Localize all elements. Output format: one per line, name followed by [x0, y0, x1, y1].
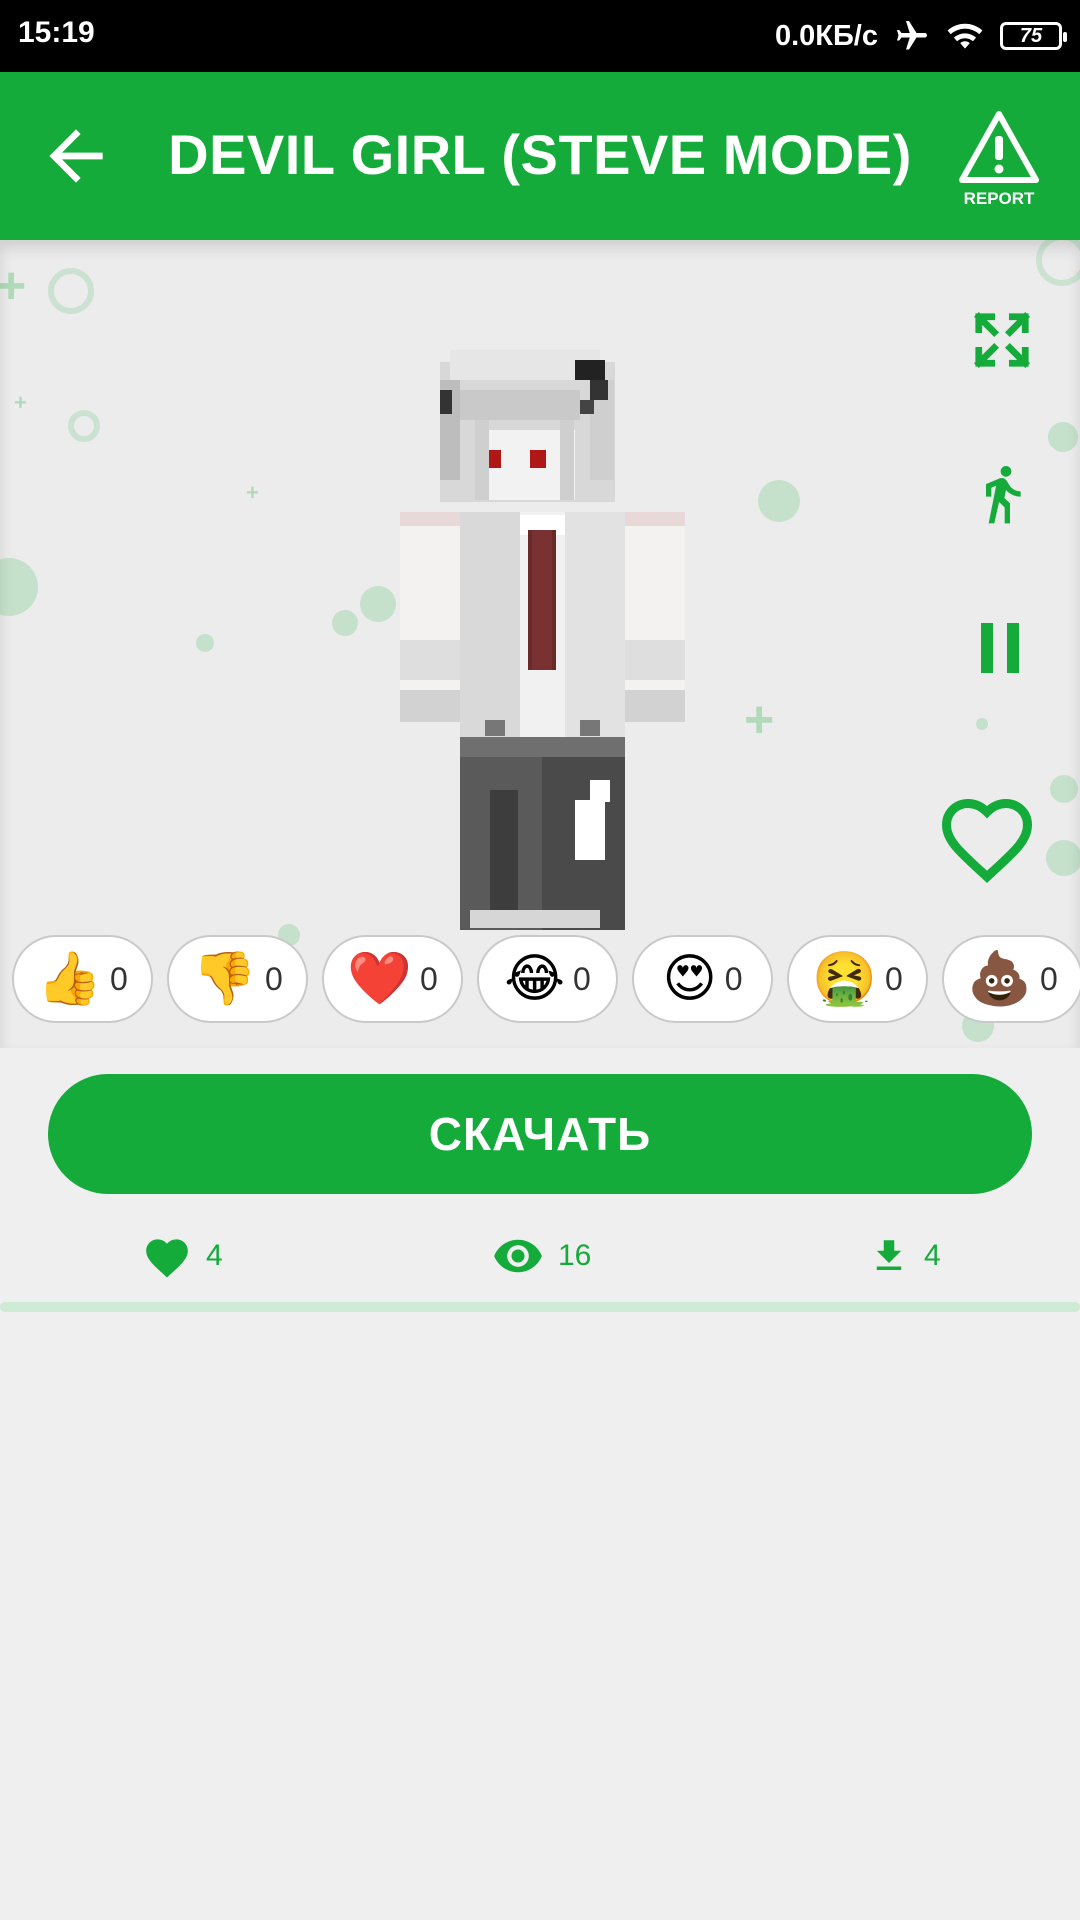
- pause-icon: [981, 623, 1019, 673]
- downloads-count: 4: [924, 1239, 941, 1272]
- skin-preview[interactable]: + + + + 👍 0 👎 0 ❤️ 0 😂 0 😍 0 🤮 0 💩 0: [0, 240, 1080, 1048]
- reaction-vomiting[interactable]: 🤮 0: [787, 935, 928, 1023]
- heart-eyes-icon: 😍: [662, 950, 717, 1008]
- decor-plus: +: [0, 257, 27, 315]
- likes-stat: 4: [142, 1226, 223, 1286]
- battery-icon: 75: [1000, 22, 1067, 50]
- decor-bubble: [1048, 422, 1078, 452]
- decor-plus: +: [744, 691, 775, 749]
- decor-bubble: [196, 634, 214, 652]
- heart-icon: ❤️: [347, 950, 412, 1008]
- network-speed: 0.0КБ/с: [774, 19, 878, 52]
- reaction-thumbs-down[interactable]: 👎 0: [167, 935, 308, 1023]
- reaction-count: 0: [264, 960, 283, 997]
- reaction-count: 0: [884, 960, 903, 997]
- reaction-count: 0: [572, 960, 591, 997]
- page-title: DEVIL GIRL (STEVE MODE): [168, 123, 912, 186]
- favorite-button[interactable]: [932, 780, 1042, 890]
- reaction-laughing[interactable]: 😂 0: [477, 935, 618, 1023]
- animation-button[interactable]: [962, 454, 1042, 534]
- pause-button[interactable]: [962, 608, 1042, 688]
- skin-model: [400, 350, 685, 930]
- thumbs-up-icon: 👍: [37, 950, 102, 1008]
- wifi-icon: [947, 23, 983, 49]
- decor-bubble: [360, 586, 396, 622]
- status-time: 15:19: [18, 16, 95, 49]
- decor-plus: +: [246, 480, 259, 505]
- decor-bubble: [332, 610, 358, 636]
- decor-bubble: [1046, 840, 1080, 876]
- airplane-icon: [897, 21, 927, 50]
- reaction-count: 0: [109, 960, 128, 997]
- decor-plus: +: [14, 390, 27, 415]
- fullscreen-button[interactable]: [962, 300, 1042, 380]
- reaction-count: 0: [419, 960, 438, 997]
- decor-bubble: [0, 558, 38, 616]
- heart-icon: [146, 1239, 188, 1278]
- poop-icon: 💩: [967, 950, 1032, 1008]
- download-icon: [876, 1240, 902, 1270]
- back-button[interactable]: [36, 116, 116, 196]
- thumbs-down-icon: 👎: [192, 950, 257, 1008]
- status-bar: 15:19 0.0КБ/с 75: [0, 0, 1080, 72]
- likes-count: 4: [206, 1239, 223, 1272]
- status-icons: 0.0КБ/с 75: [774, 14, 1067, 58]
- run-icon: [986, 466, 1021, 524]
- downloads-stat: 4: [868, 1226, 941, 1286]
- back-arrow-icon: [49, 129, 103, 183]
- battery-level: 75: [1019, 24, 1043, 47]
- heart-outline-icon: [941, 798, 1033, 883]
- app-bar: DEVIL GIRL (STEVE MODE) REPORT: [0, 72, 1080, 240]
- report-label: REPORT: [963, 189, 1035, 208]
- reaction-count: 0: [724, 960, 743, 997]
- decor-ring: [68, 410, 100, 442]
- eye-icon: [494, 1239, 542, 1273]
- decor-ring: [48, 268, 94, 314]
- reaction-heart[interactable]: ❤️ 0: [322, 935, 463, 1023]
- decor-ring: [1036, 240, 1080, 286]
- reaction-count: 0: [1039, 960, 1058, 997]
- warning-icon: [959, 111, 1039, 183]
- vomiting-icon: 🤮: [812, 950, 877, 1008]
- views-count: 16: [558, 1239, 592, 1272]
- section-divider: [0, 1302, 1080, 1312]
- report-button[interactable]: REPORT: [954, 108, 1044, 208]
- reaction-heart-eyes[interactable]: 😍 0: [632, 935, 773, 1023]
- stats-row: 4 16 4: [0, 1226, 1080, 1286]
- fullscreen-icon: [974, 312, 1030, 368]
- download-button[interactable]: СКАЧАТЬ: [48, 1074, 1032, 1194]
- decor-bubble: [1050, 775, 1078, 803]
- decor-bubble: [758, 480, 800, 522]
- decor-bubble: [976, 718, 988, 730]
- reaction-thumbs-up[interactable]: 👍 0: [12, 935, 153, 1023]
- laughing-icon: 😂: [504, 950, 565, 1008]
- reaction-poop[interactable]: 💩 0: [942, 935, 1080, 1023]
- reaction-bar: 👍 0 👎 0 ❤️ 0 😂 0 😍 0 🤮 0 💩 0: [12, 935, 1080, 1023]
- views-stat: 16: [492, 1226, 591, 1286]
